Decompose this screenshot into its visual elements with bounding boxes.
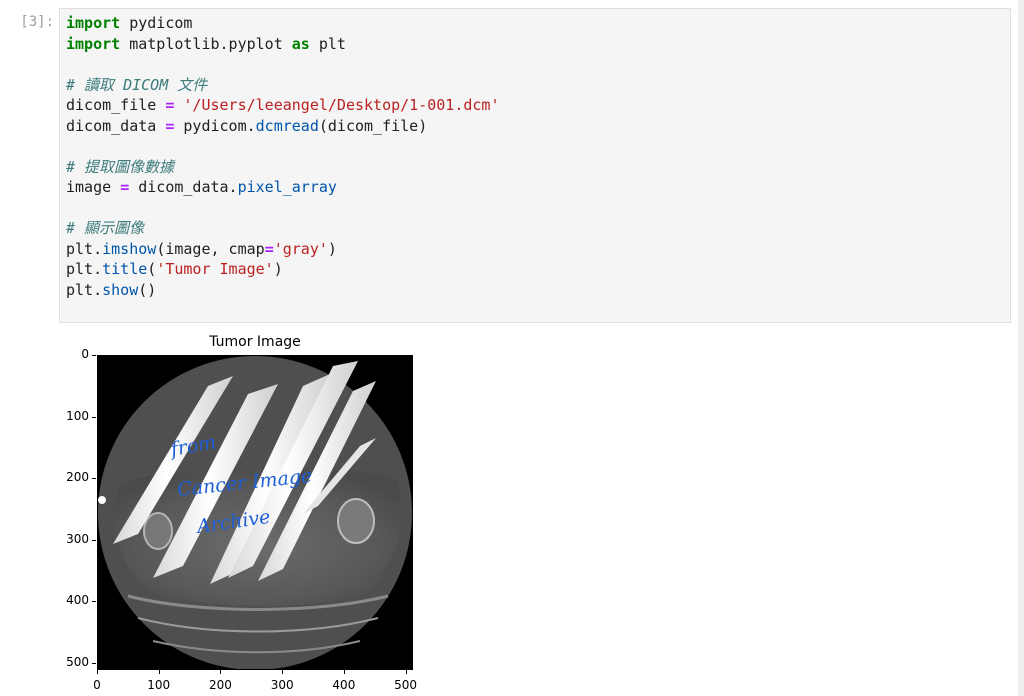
code-token: dicom_file: [66, 96, 166, 114]
code-token: (: [147, 260, 157, 278]
code-token: plt.: [66, 239, 103, 258]
code-line: image = dicom_data.pixel_array: [66, 177, 499, 198]
code-token: imshow: [102, 239, 157, 258]
code-token: dcmread: [255, 116, 319, 135]
code-token: pydicom: [120, 14, 193, 32]
x-tick-label: 200: [208, 678, 232, 692]
y-tick-label: 0: [81, 347, 89, 361]
y-tick-label: 500: [66, 654, 89, 669]
code-token: ): [327, 239, 337, 258]
y-tick-mark: [92, 478, 96, 480]
code-token: =: [264, 239, 274, 258]
y-tick-mark: [92, 355, 96, 356]
x-tick-mark: [220, 670, 222, 674]
y-tick-mark: [92, 539, 96, 541]
code-token: import: [66, 34, 121, 53]
code-line: # 顯示圖像: [66, 218, 499, 239]
code-line: import matplotlib.pyplot as plt: [66, 34, 499, 55]
code-token: dicom_data.: [129, 178, 238, 196]
cell-prompt: [3]:: [20, 14, 54, 30]
code-token: title: [102, 260, 148, 278]
image-axes: from Cancer Image Archive: [97, 355, 413, 670]
code-token: matplotlib.pyplot: [120, 34, 292, 53]
x-tick-mark: [158, 670, 160, 674]
code-token: '/Users/leeangel/Desktop/1-001.dcm': [183, 96, 500, 114]
x-tick-label: 500: [394, 678, 418, 692]
x-tick-mark: [97, 670, 98, 674]
code-line: plt.imshow(image, cmap='gray'): [66, 239, 499, 260]
x-tick-label: 100: [147, 678, 171, 692]
code-line: dicom_file = '/Users/leeangel/Desktop/1-…: [66, 95, 499, 116]
code-token: import: [66, 14, 121, 32]
y-tick-mark: [92, 601, 96, 603]
code-line: plt.show(): [66, 280, 499, 301]
y-tick-label: 300: [66, 531, 89, 546]
x-tick-mark: [405, 670, 407, 674]
code-token: # 顯示圖像: [66, 219, 145, 237]
code-token: as: [291, 34, 310, 53]
code-line: dicom_data = pydicom.dcmread(dicom_file): [66, 116, 499, 137]
y-tick-mark: [92, 416, 96, 418]
plot-title: Tumor Image: [209, 334, 301, 350]
code-token: pixel_array: [237, 178, 337, 196]
ct-scan-image: from Cancer Image Archive: [98, 356, 412, 669]
code-token: show: [102, 280, 139, 299]
code-token: =: [120, 178, 130, 196]
page-scrollbar[interactable]: [1018, 0, 1024, 696]
code-token: image: [66, 178, 121, 196]
code-token: pydicom.: [174, 116, 256, 135]
code-token: ): [273, 260, 283, 278]
code-cell-input[interactable]: import pydicom import matplotlib.pyplot a…: [59, 8, 1011, 323]
code-line: import pydicom: [66, 13, 499, 34]
x-tick-mark: [343, 670, 345, 674]
code-token: (): [138, 280, 157, 299]
x-tick-label: 400: [332, 678, 356, 692]
x-tick-mark: [282, 670, 284, 674]
code-token: plt: [309, 34, 346, 53]
code-token: plt.: [66, 280, 103, 299]
code-token: (image, cmap: [156, 239, 265, 258]
x-tick-label: 300: [270, 678, 294, 692]
y-tick-label: 200: [66, 470, 89, 485]
code-editor[interactable]: import pydicom import matplotlib.pyplot a…: [66, 13, 499, 300]
code-token: 'gray': [273, 239, 328, 258]
y-tick-label: 400: [66, 593, 89, 608]
code-token: dicom_data: [66, 116, 166, 135]
code-token: # 提取圖像數據: [66, 157, 175, 176]
y-tick-mark: [92, 662, 96, 664]
code-token: (dicom_file): [318, 116, 428, 135]
cell-output: Tumor Image from Cancer Image Archive 0 …: [50, 330, 430, 696]
x-tick-label: 0: [93, 678, 101, 692]
code-token: plt.: [66, 260, 103, 278]
code-line: # 提取圖像數據: [66, 157, 499, 178]
y-tick-label: 100: [66, 408, 89, 423]
code-token: 'Tumor Image': [156, 260, 274, 278]
code-token: # 讀取 DICOM 文件: [66, 75, 208, 94]
code-line: # 讀取 DICOM 文件: [66, 75, 499, 96]
code-line: plt.title('Tumor Image'): [66, 259, 499, 280]
